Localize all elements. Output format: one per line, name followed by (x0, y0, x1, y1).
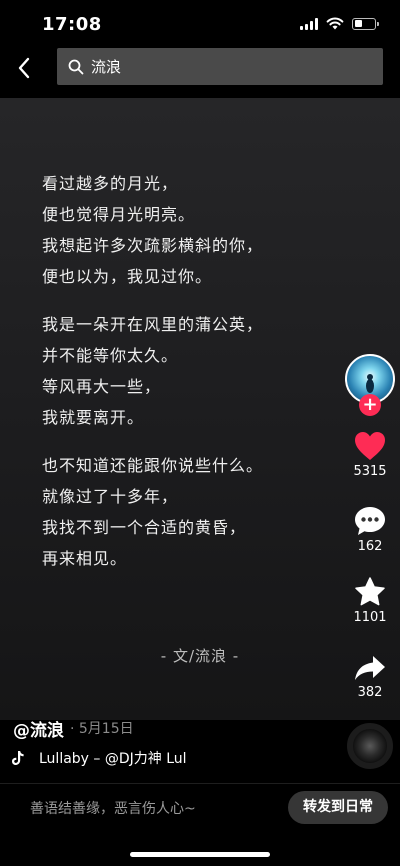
post-date: · 5月15日 (70, 721, 134, 737)
status-time: 17:08 (42, 14, 102, 35)
poem-line: 并不能等你太久。 (42, 346, 179, 365)
battery-icon (352, 17, 379, 30)
search-bar[interactable]: 流浪 (57, 48, 383, 85)
poem-stanza: 看过越多的月光， 便也觉得月光明亮。 我想起许多次疏影横斜的你， 便也以为，我见… (42, 168, 263, 292)
wifi-icon (326, 17, 344, 30)
like-button[interactable]: 5315 (346, 430, 394, 479)
music-disc[interactable] (347, 723, 393, 769)
back-button[interactable] (12, 55, 36, 81)
share-to-daily-button[interactable]: 转发到日常 (288, 791, 388, 824)
status-bar: 17:08 (0, 0, 400, 44)
poem-line: 也不知道还能跟你说些什么。 (42, 456, 264, 475)
poem-line: 我找不到一个合适的黄昏， (42, 518, 247, 537)
music-info[interactable]: Lullaby – @DJ力神 Lul (12, 748, 207, 768)
comment-icon (355, 507, 385, 535)
poem-text: 看过越多的月光， 便也觉得月光明亮。 我想起许多次疏影横斜的你， 便也以为，我见… (42, 168, 263, 591)
poem-stanza: 我是一朵开在风里的蒲公英， 并不能等你太久。 等风再大一些， 我就要离开。 (42, 309, 263, 433)
search-icon (68, 59, 84, 74)
poem-line: 我想起许多次疏影横斜的你， (42, 236, 264, 255)
poem-stanza: 也不知道还能跟你说些什么。 就像过了十多年， 我找不到一个合适的黄昏， 再来相见… (42, 450, 263, 574)
comment-button[interactable]: 162 (346, 505, 394, 554)
poem-line: 再来相见。 (42, 549, 128, 568)
poem-line: 等风再大一些， (42, 377, 162, 396)
poem-signature: - 文/流浪 - (160, 647, 240, 665)
follow-button[interactable]: + (359, 394, 381, 416)
heart-icon (355, 432, 385, 460)
back-icon (18, 57, 30, 79)
like-count: 5315 (353, 464, 387, 479)
cellular-signal-icon (300, 17, 318, 30)
poem-line: 看过越多的月光， (42, 174, 179, 193)
home-indicator[interactable] (130, 852, 270, 857)
tiktok-note-icon (12, 751, 24, 765)
comment-count: 162 (357, 539, 383, 554)
poem-line: 就像过了十多年， (42, 487, 179, 506)
share-button[interactable]: 382 (346, 653, 394, 700)
share-icon (355, 656, 385, 680)
favorite-button[interactable]: 1101 (346, 576, 394, 625)
poem-line: 便也以为，我见过你。 (42, 267, 213, 286)
poem-line: 我就要离开。 (42, 408, 145, 427)
favorite-count: 1101 (353, 610, 387, 625)
comment-bar: 善语结善缘，恶言伤人心~ 转发到日常 (0, 783, 400, 834)
poem-line: 便也觉得月光明亮。 (42, 205, 196, 224)
star-icon (355, 577, 385, 606)
comment-input[interactable]: 善语结善缘，恶言伤人心~ (30, 798, 196, 818)
status-icons (300, 17, 379, 30)
music-title: Lullaby – @DJ力神 Lul (39, 751, 187, 767)
share-count: 382 (357, 685, 383, 700)
author-avatar-button[interactable]: + (345, 354, 395, 416)
author-name[interactable]: @流浪 (13, 716, 64, 741)
poem-line: 我是一朵开在风里的蒲公英， (42, 315, 264, 334)
search-query: 流浪 (91, 58, 122, 76)
